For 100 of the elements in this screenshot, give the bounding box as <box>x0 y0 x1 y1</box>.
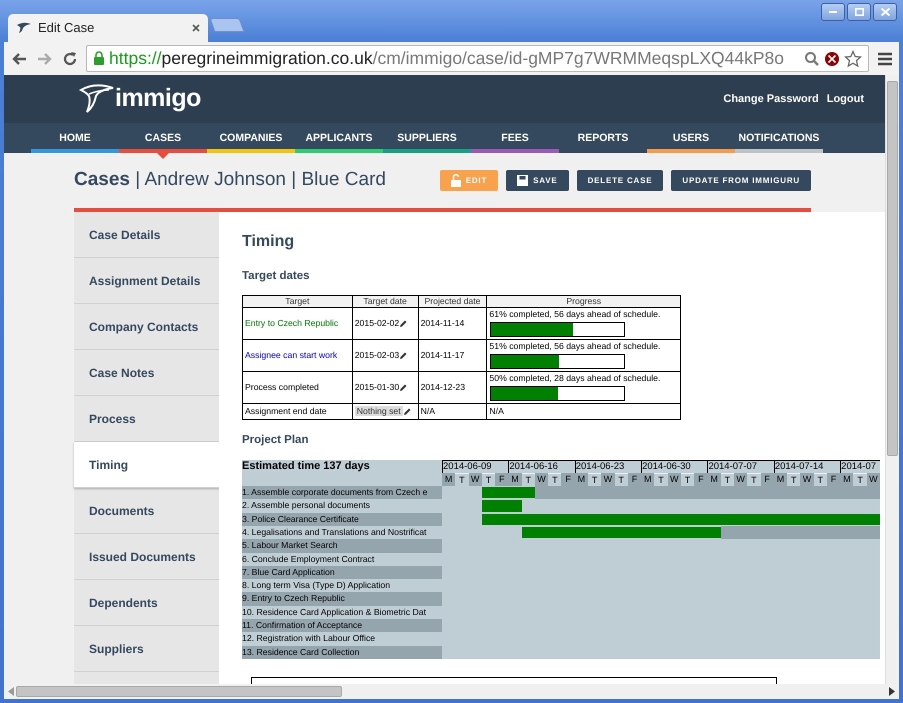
column-header: Target date <box>352 296 418 308</box>
bird-icon <box>16 22 32 34</box>
task-label: 2. Assemble personal documents <box>242 499 371 512</box>
star-icon[interactable] <box>844 50 862 68</box>
sidebar-item[interactable]: Timing <box>74 442 221 488</box>
close-button[interactable] <box>873 3 897 21</box>
reload-icon[interactable] <box>62 50 78 66</box>
nav-tab[interactable]: CASES <box>119 123 207 153</box>
date-value: 2015-02-03 <box>354 350 400 360</box>
date-value: 2015-02-02 <box>354 318 400 328</box>
day-label: W <box>734 472 748 486</box>
pencil-icon[interactable] <box>399 384 408 392</box>
day-label: F <box>694 472 708 486</box>
minimize-button[interactable] <box>821 3 845 21</box>
column-header: Projected date <box>418 296 487 308</box>
floppy-icon <box>517 175 528 186</box>
day-label: M <box>574 472 588 486</box>
bird-logo-icon <box>79 84 115 114</box>
close-icon[interactable] <box>192 24 200 32</box>
pencil-icon[interactable] <box>402 408 411 416</box>
day-label: W <box>800 472 814 486</box>
subsection-title: Target dates <box>242 269 311 284</box>
browser-tab[interactable]: Edit Case <box>8 14 208 42</box>
url-text: https://peregrineimmigration.co.uk/cm/immigo/case/id-gMP7g7WRMMeqspLXQ44kP8o <box>109 47 784 70</box>
nav-tab[interactable]: APPLICANTS <box>295 123 383 153</box>
table-cell: Assignee can start work <box>242 340 352 372</box>
day-label: T <box>548 472 562 486</box>
task-label: 1. Assemble corporate documents from Czech e <box>242 486 442 500</box>
day-label: W <box>866 472 880 486</box>
table-cell: 2014-11-14 <box>418 308 487 340</box>
menu-icon[interactable] <box>877 52 893 66</box>
table-cell: 2014-12-23 <box>418 372 487 404</box>
task-label: 3. Police Clearance Certificate <box>242 512 442 526</box>
nav-tab[interactable]: NOTIFICATIONS <box>735 123 823 153</box>
task-label: 4. Legalisations and Translations and Nostrificat <box>242 526 428 539</box>
table-cell: Process completed <box>242 372 352 404</box>
nav-tab[interactable]: SUPPLIERS <box>383 123 471 153</box>
sidebar-item[interactable]: Documents <box>74 488 219 534</box>
nav-tab[interactable]: HOME <box>31 123 119 153</box>
day-label: F <box>628 472 642 486</box>
date-value: 2015-01-30 <box>354 382 400 392</box>
logo-text: immigo <box>115 83 201 114</box>
sidebar-item[interactable]: Issued Documents <box>74 534 219 580</box>
header-link[interactable]: Change Password <box>723 90 819 108</box>
save-button[interactable]: SAVE <box>506 170 569 191</box>
day-label: M <box>840 472 854 486</box>
nav-tab[interactable]: FEES <box>471 123 559 153</box>
sidebar-item[interactable]: Dependents <box>74 580 219 626</box>
day-label: W <box>468 472 482 486</box>
maximize-icon <box>854 8 864 16</box>
unlock-icon <box>450 174 461 187</box>
maximize-button[interactable] <box>847 3 871 21</box>
task-label: 10. Residence Card Application & Biometric Dat <box>242 606 427 619</box>
task-label: 11. Confirmation of Acceptance <box>242 619 442 632</box>
zoom-icon[interactable] <box>804 50 820 66</box>
close-icon <box>880 8 890 16</box>
day-label: T <box>720 472 734 486</box>
header-link[interactable]: Logout <box>826 90 864 108</box>
sidebar-item[interactable]: Process <box>74 396 219 442</box>
blocked-icon[interactable] <box>824 50 840 66</box>
sidebar-item[interactable]: Assignment Details <box>74 258 219 304</box>
table-cell: Assignment end date <box>242 404 352 420</box>
table-cell: 2014-11-17 <box>418 340 487 372</box>
nav-tab[interactable]: REPORTS <box>559 123 647 153</box>
progress-text: 61% completed, 56 days ahead of schedule. <box>489 308 662 320</box>
tab-title: Edit Case <box>38 19 96 38</box>
task-label: 8. Long term Visa (Type D) Application <box>242 579 392 592</box>
task-label: 7. Blue Card Application <box>242 566 442 580</box>
horizontal-scrollbar-thumb[interactable] <box>16 686 342 697</box>
sidebar-item[interactable]: Suppliers <box>74 626 219 672</box>
table-cell: Entry to Czech Republic <box>242 308 352 340</box>
plain-button[interactable]: UPDATE FROM IMMIGURU <box>671 170 811 191</box>
column-header: Progress <box>486 296 680 308</box>
sidebar-item[interactable]: Case Notes <box>74 350 219 396</box>
address-bar[interactable]: https://peregrineimmigration.co.uk/cm/immigo/case/id-gMP7g7WRMMeqspLXQ44kP8o <box>86 45 869 72</box>
day-label: T <box>588 472 602 486</box>
lock-icon <box>93 51 105 66</box>
plain-button[interactable]: DELETE CASE <box>576 170 664 191</box>
day-label: M <box>442 472 456 486</box>
sidebar-item[interactable]: Case Details <box>74 212 219 258</box>
day-label: T <box>814 472 827 486</box>
day-label: T <box>614 472 628 486</box>
scroll-right-icon[interactable] <box>889 687 895 696</box>
minimize-icon <box>829 11 837 13</box>
day-label: W <box>668 472 681 486</box>
task-label: 6. Conclude Employment Contract <box>242 552 376 566</box>
progress-text: 50% completed, 28 days ahead of schedule. <box>489 372 662 384</box>
pencil-icon[interactable] <box>399 352 408 360</box>
day-label: M <box>508 472 522 486</box>
nav-tab[interactable]: USERS <box>647 123 735 153</box>
column-header: Target <box>242 296 352 308</box>
day-label: M <box>641 472 654 486</box>
nav-tab[interactable]: COMPANIES <box>207 123 295 153</box>
day-label: T <box>787 472 800 486</box>
day-label: F <box>495 472 508 486</box>
day-label: T <box>522 472 535 486</box>
pencil-icon[interactable] <box>399 320 408 328</box>
back-icon[interactable] <box>10 50 28 66</box>
sidebar-item[interactable]: Company Contacts <box>74 304 219 350</box>
pointer-icon <box>157 153 169 159</box>
